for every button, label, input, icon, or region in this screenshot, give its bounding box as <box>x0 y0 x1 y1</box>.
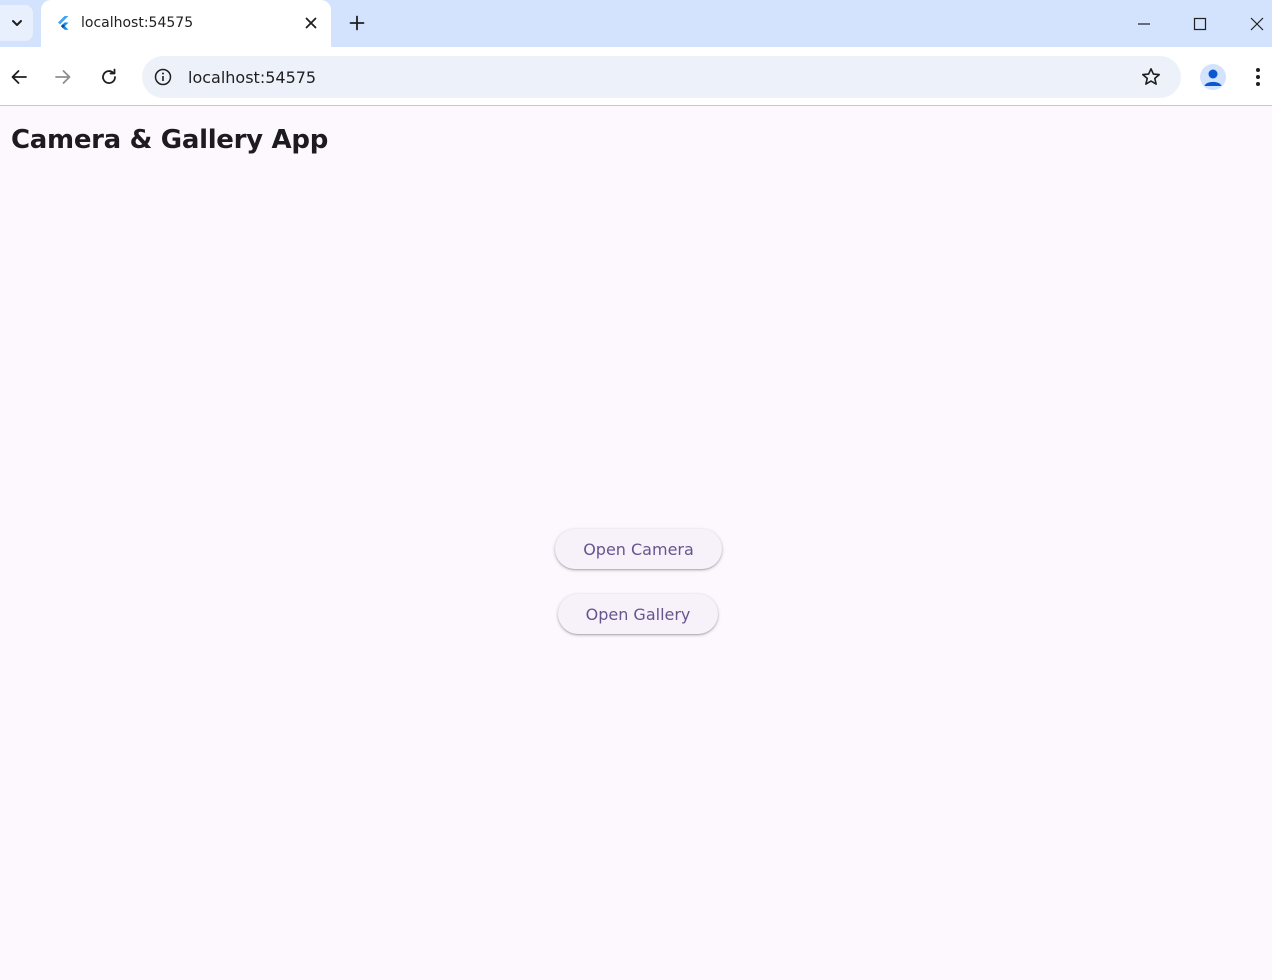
browser-tab[interactable]: localhost:54575 <box>41 0 331 47</box>
plus-icon <box>349 15 365 31</box>
address-bar[interactable]: localhost:54575 <box>142 56 1181 98</box>
maximize-button[interactable] <box>1188 12 1212 36</box>
close-window-button[interactable] <box>1245 12 1269 36</box>
star-icon <box>1142 68 1160 85</box>
reload-button[interactable] <box>97 65 121 89</box>
new-tab-button[interactable] <box>345 11 369 35</box>
back-arrow-icon <box>11 70 27 84</box>
reload-icon <box>102 68 116 84</box>
tab-close-button[interactable] <box>302 14 320 32</box>
chevron-down-icon <box>11 20 22 26</box>
page-title: Camera & Gallery App <box>11 125 329 155</box>
tab-title: localhost:54575 <box>81 15 194 31</box>
forward-button[interactable] <box>51 65 75 89</box>
back-button[interactable] <box>7 65 31 89</box>
close-window-icon <box>1250 17 1264 31</box>
browser-toolbar: localhost:54575 <box>0 47 1272 106</box>
forward-arrow-icon <box>55 70 71 84</box>
profile-button[interactable] <box>1200 64 1226 90</box>
profile-icon <box>1204 69 1222 86</box>
tab-strip: localhost:54575 <box>0 0 1272 47</box>
tab-search-button[interactable] <box>0 5 33 41</box>
more-vert-icon <box>1256 68 1260 86</box>
open-camera-button[interactable]: Open Camera <box>555 529 722 569</box>
info-icon <box>154 68 172 86</box>
minimize-icon <box>1138 23 1150 25</box>
browser-menu-button[interactable] <box>1248 65 1268 89</box>
minimize-button[interactable] <box>1132 12 1156 36</box>
url-text[interactable]: localhost:54575 <box>188 68 316 87</box>
bookmark-button[interactable] <box>1139 65 1163 89</box>
open-gallery-button[interactable]: Open Gallery <box>558 594 718 634</box>
site-info-button[interactable] <box>152 66 174 88</box>
flutter-icon <box>58 16 69 30</box>
close-icon <box>305 17 317 29</box>
maximize-icon <box>1193 17 1207 31</box>
